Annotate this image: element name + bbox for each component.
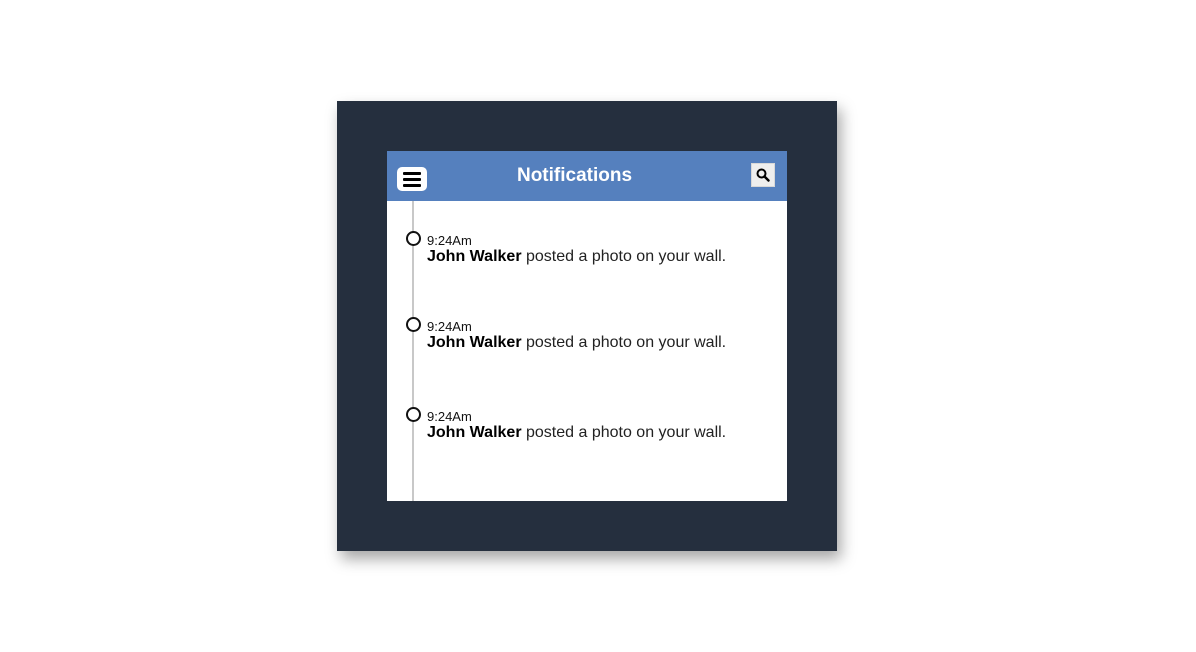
- notification-time: 9:24Am: [427, 319, 472, 334]
- device-frame: Notifications 9:24Am John Walker posted …: [337, 101, 837, 551]
- notification-message: posted a photo on your wall.: [521, 334, 727, 351]
- notification-time: 9:24Am: [427, 233, 472, 248]
- timeline-dot-icon: [406, 407, 421, 422]
- notification-message: posted a photo on your wall.: [521, 424, 727, 441]
- notification-time: 9:24Am: [427, 409, 472, 424]
- notification-text: John Walker posted a photo on your wall.: [427, 248, 726, 266]
- top-bar: Notifications: [387, 151, 787, 201]
- notification-user-name[interactable]: John Walker: [427, 334, 522, 351]
- notification-text: John Walker posted a photo on your wall.: [427, 424, 726, 442]
- notification-text: John Walker posted a photo on your wall.: [427, 334, 726, 352]
- notification-user-name[interactable]: John Walker: [427, 424, 522, 441]
- timeline-dot-icon: [406, 231, 421, 246]
- search-icon: [756, 168, 770, 182]
- notification-message: posted a photo on your wall.: [521, 248, 727, 265]
- timeline-line: [412, 201, 414, 501]
- page-title: Notifications: [516, 165, 633, 186]
- timeline-dot-icon: [406, 317, 421, 332]
- search-button[interactable]: [751, 163, 775, 187]
- notifications-screen: Notifications 9:24Am John Walker posted …: [387, 151, 787, 501]
- notification-user-name[interactable]: John Walker: [427, 248, 522, 265]
